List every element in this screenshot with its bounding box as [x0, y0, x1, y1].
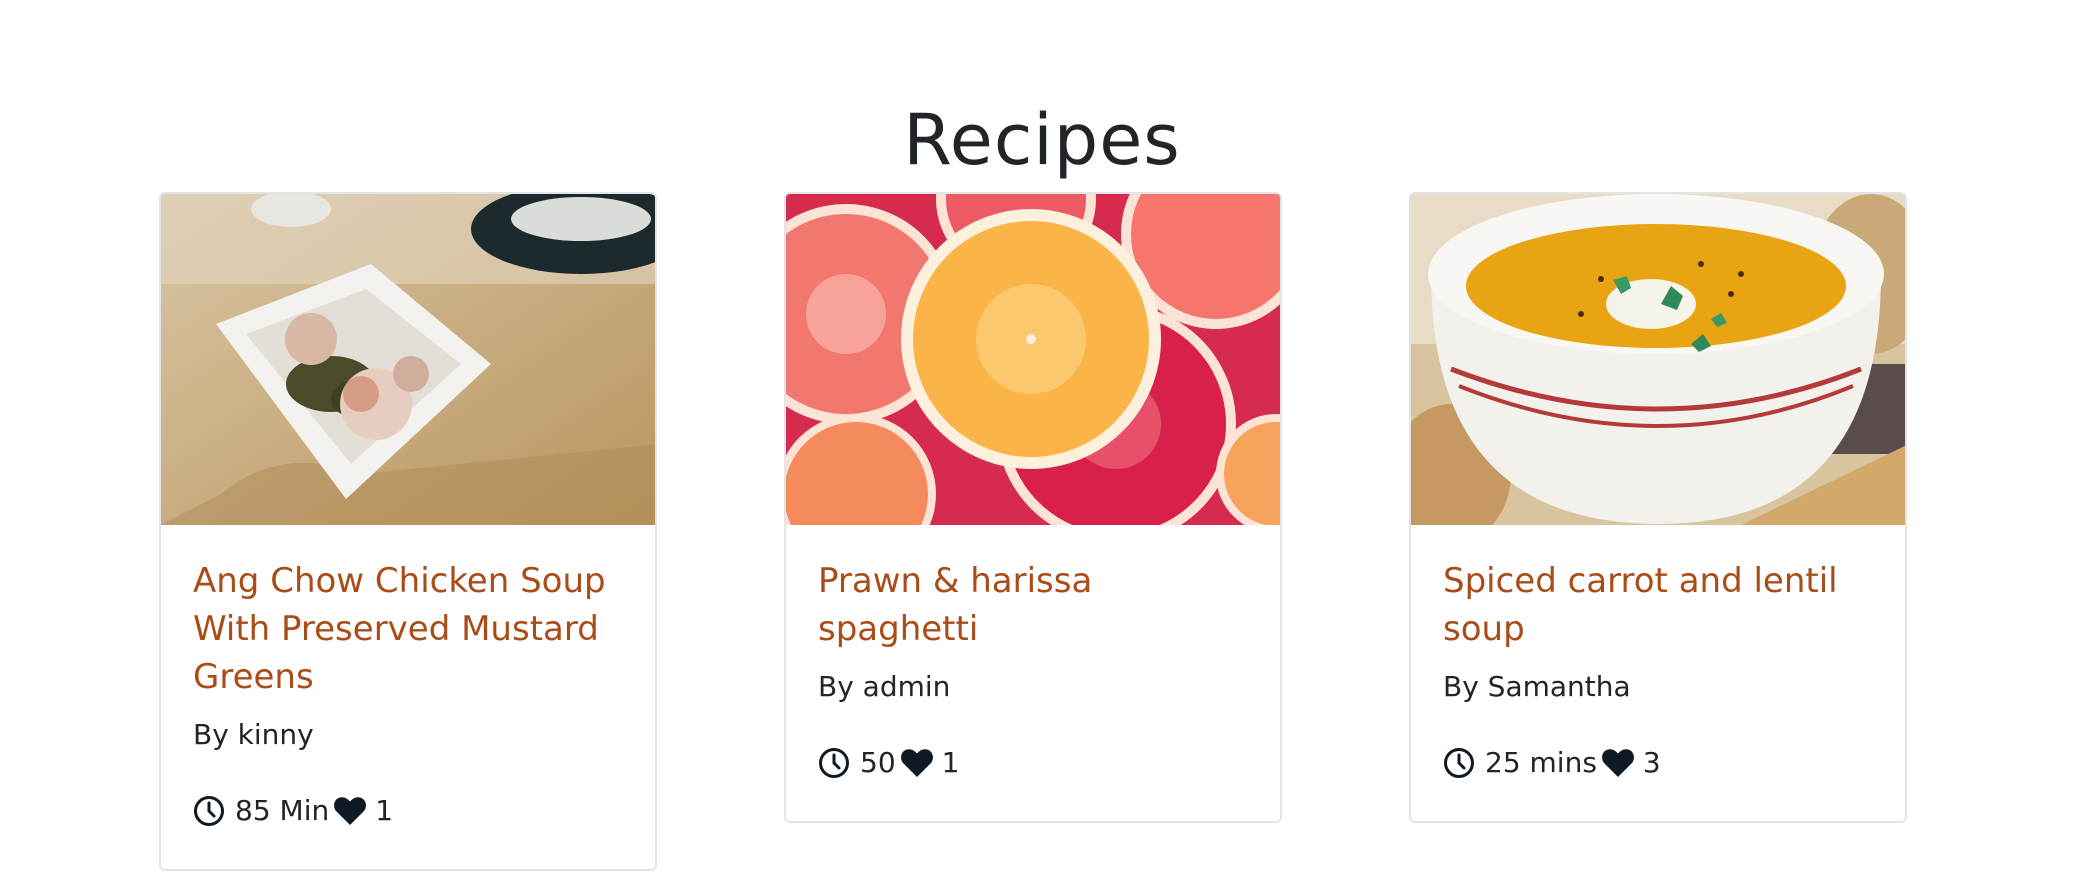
card-body: Ang Chow Chicken Soup With Preserved Mus… — [161, 525, 655, 869]
recipe-title-link[interactable]: Spiced carrot and lentil soup — [1443, 557, 1873, 653]
card-body: Prawn & harissa spaghetti By admin 50 1 — [786, 525, 1280, 821]
clock-icon — [194, 796, 224, 826]
recipe-time: 50 — [860, 746, 896, 779]
heart-icon[interactable] — [1601, 748, 1635, 778]
clock-icon — [819, 748, 849, 778]
recipe-likes: 1 — [375, 794, 394, 827]
recipe-image[interactable] — [786, 194, 1280, 525]
recipe-likes: 3 — [1642, 746, 1661, 779]
recipe-meta: 50 1 — [818, 743, 1248, 783]
carrot-soup-image — [1411, 194, 1905, 525]
clock-icon — [1444, 748, 1474, 778]
recipe-author: By Samantha — [1443, 670, 1631, 703]
recipe-author: By kinny — [193, 718, 314, 751]
recipe-image[interactable] — [161, 194, 655, 525]
recipe-title-link[interactable]: Prawn & harissa spaghetti — [818, 557, 1248, 653]
recipe-time: 85 Min — [235, 794, 330, 827]
chicken-soup-image — [161, 194, 655, 525]
recipe-image[interactable] — [1411, 194, 1905, 525]
heart-icon[interactable] — [900, 748, 934, 778]
page-title: Recipes — [903, 98, 1181, 181]
recipe-meta: 25 mins 3 — [1443, 743, 1873, 783]
recipe-card[interactable]: Spiced carrot and lentil soup By Samanth… — [1409, 192, 1907, 823]
recipe-likes: 1 — [941, 746, 960, 779]
recipe-card[interactable]: Prawn & harissa spaghetti By admin 50 1 — [784, 192, 1282, 823]
recipe-title-link[interactable]: Ang Chow Chicken Soup With Preserved Mus… — [193, 557, 623, 701]
recipes-page: Recipes Ang Chow Chicken Soup With Prese… — [0, 0, 2084, 896]
citrus-slices-image — [786, 194, 1280, 525]
recipe-card[interactable]: Ang Chow Chicken Soup With Preserved Mus… — [159, 192, 657, 871]
recipe-meta: 85 Min 1 — [193, 791, 623, 831]
recipe-author: By admin — [818, 670, 951, 703]
heart-icon[interactable] — [333, 796, 367, 826]
card-body: Spiced carrot and lentil soup By Samanth… — [1411, 525, 1905, 821]
recipe-time: 25 mins — [1485, 746, 1597, 779]
